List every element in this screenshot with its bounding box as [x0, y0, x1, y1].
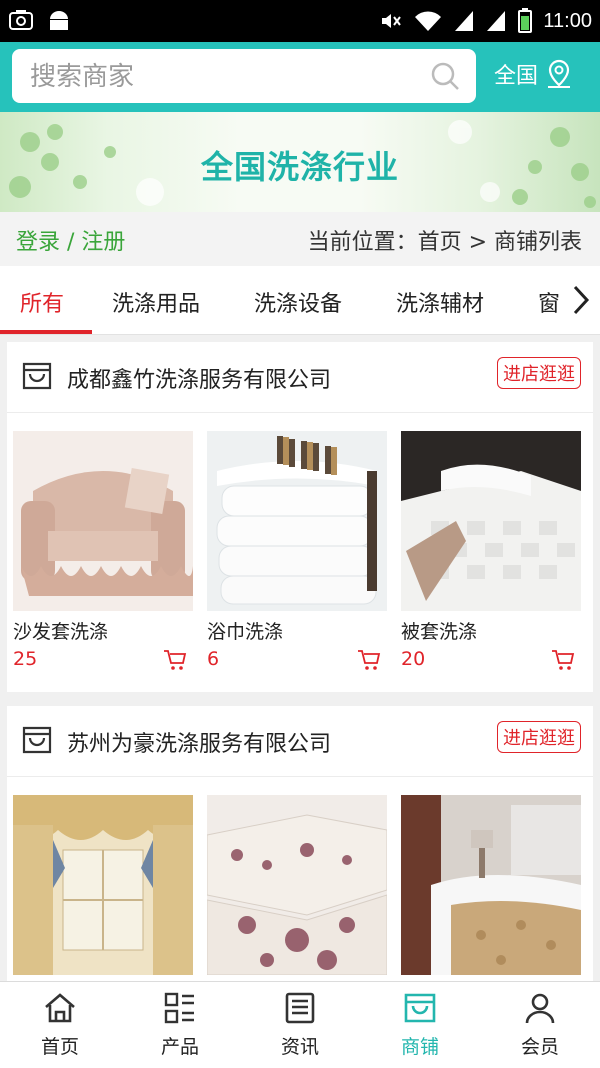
cart-icon[interactable]: [357, 649, 381, 671]
status-bar: 11:00: [0, 0, 600, 42]
active-tab-indicator: [0, 330, 92, 334]
tab-washing-equipment[interactable]: 洗涤设备: [254, 286, 342, 318]
shop-header: 苏州为豪洗涤服务有限公司 进店逛逛: [7, 706, 593, 777]
search-icon[interactable]: [430, 61, 460, 91]
nav-stores-label: 商铺: [400, 1036, 439, 1058]
location-bar: 登录 / 注册 当前位置：首页 > 商铺列表: [0, 212, 600, 266]
signal-icon: [455, 11, 474, 31]
signal-icon-2: [487, 11, 506, 31]
cart-icon[interactable]: [163, 649, 187, 671]
breadcrumb: 当前位置：首页 > 商铺列表: [307, 230, 582, 255]
shop-card: 成都鑫竹洗涤服务有限公司 进店逛逛 沙发套洗涤 25 浴巾洗涤 6 被套洗涤 2…: [7, 342, 593, 692]
shop-name[interactable]: 成都鑫竹洗涤服务有限公司: [67, 362, 331, 394]
region-selector[interactable]: 全国: [494, 58, 574, 90]
tab-washing-materials[interactable]: 洗涤辅材: [396, 286, 484, 318]
region-label: 全国: [494, 64, 539, 89]
product-item[interactable]: 浴巾洗涤 6: [207, 431, 387, 670]
nav-home[interactable]: 首页: [0, 990, 120, 1059]
banner-title: 全国洗涤行业: [200, 148, 399, 186]
location-pin-icon: [548, 59, 571, 88]
nav-products-label: 产品: [160, 1036, 199, 1058]
clock: 11:00: [543, 9, 592, 32]
mute-icon: [382, 14, 402, 28]
tab-window[interactable]: 窗: [538, 286, 560, 318]
login-register-link[interactable]: 登录 / 注册: [16, 224, 125, 256]
product-name[interactable]: 被套洗涤: [401, 617, 581, 644]
product-image[interactable]: [401, 431, 581, 611]
nav-member-label: 会员: [520, 1036, 559, 1058]
wifi-icon: [415, 11, 442, 31]
shop-name[interactable]: 苏州为豪洗涤服务有限公司: [67, 726, 331, 758]
store-icon: [404, 993, 436, 1023]
product-name[interactable]: 沙发套洗涤: [13, 617, 193, 644]
product-name[interactable]: 浴巾洗涤: [207, 617, 387, 644]
product-item[interactable]: 被套洗涤 20: [401, 431, 581, 670]
nav-stores[interactable]: 商铺: [360, 990, 480, 1059]
cart-icon[interactable]: [551, 649, 575, 671]
shop-card: 苏州为豪洗涤服务有限公司 进店逛逛: [7, 706, 593, 981]
product-image[interactable]: [401, 795, 581, 975]
search-box[interactable]: [12, 49, 476, 103]
product-item[interactable]: [207, 795, 387, 975]
battery-icon: [518, 8, 533, 33]
nav-news[interactable]: 资讯: [240, 990, 360, 1059]
category-tabs: 所有 洗涤用品 洗涤设备 洗涤辅材 窗: [0, 266, 600, 335]
android-icon: [50, 11, 68, 30]
product-image[interactable]: [207, 795, 387, 975]
home-icon: [45, 993, 75, 1023]
tab-all[interactable]: 所有: [20, 286, 64, 318]
screenshot-icon: [9, 10, 33, 30]
product-row: 沙发套洗涤 25 浴巾洗涤 6 被套洗涤 20: [7, 413, 593, 683]
shop-header: 成都鑫竹洗涤服务有限公司 进店逛逛: [7, 342, 593, 413]
banner: 全国洗涤行业: [0, 112, 600, 212]
news-icon: [285, 992, 315, 1024]
chevron-right-icon[interactable]: [572, 284, 590, 316]
product-item[interactable]: 沙发套洗涤 25: [13, 431, 193, 670]
visit-store-button[interactable]: 进店逛逛: [497, 721, 581, 753]
grid-list-icon: [164, 992, 194, 1024]
nav-news-label: 资讯: [280, 1036, 319, 1058]
visit-store-button[interactable]: 进店逛逛: [497, 357, 581, 389]
nav-member[interactable]: 会员: [480, 990, 600, 1059]
nav-products[interactable]: 产品: [120, 990, 240, 1059]
product-image[interactable]: [13, 795, 193, 975]
product-item[interactable]: [13, 795, 193, 975]
bottom-nav: 首页 产品 资讯 商铺 会员: [0, 981, 600, 1068]
user-icon: [525, 993, 555, 1024]
search-input[interactable]: [28, 58, 412, 96]
tab-washing-supplies[interactable]: 洗涤用品: [112, 286, 200, 318]
header: 全国: [0, 42, 600, 112]
product-item[interactable]: [401, 795, 581, 975]
store-icon: [22, 362, 52, 390]
product-image[interactable]: [13, 431, 193, 611]
store-icon: [22, 726, 52, 754]
nav-home-label: 首页: [40, 1036, 79, 1058]
product-image[interactable]: [207, 431, 387, 611]
